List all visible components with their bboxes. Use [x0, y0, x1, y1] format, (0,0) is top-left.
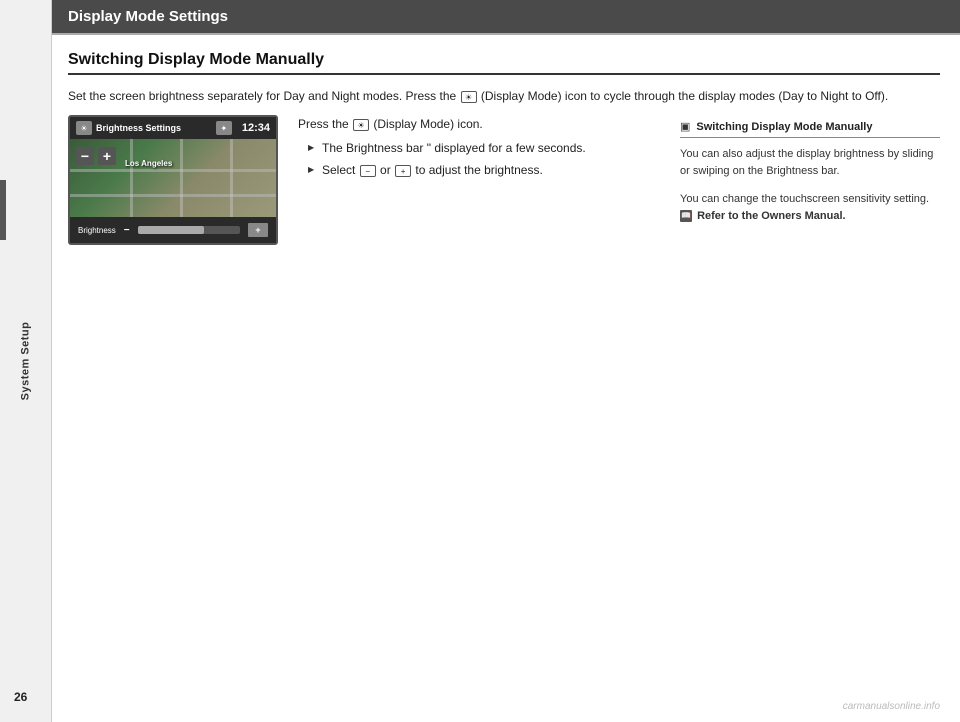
road-v2 [180, 139, 183, 217]
minus-icon: − [360, 165, 376, 177]
info-header: ▣ Switching Display Mode Manually [680, 120, 940, 138]
minus-btn[interactable]: − [76, 147, 94, 165]
section-title: Switching Display Mode Manually [68, 51, 940, 75]
header-bar: Display Mode Settings [52, 0, 960, 33]
info-para-2-text: You can change the touchscreen sensitivi… [680, 193, 929, 205]
bullet-text-1: The Brightness bar " displayed for a few… [322, 141, 586, 155]
brightness-fill [138, 226, 205, 234]
owners-manual-link: Refer to the Owners Manual. [697, 210, 846, 222]
road-v3 [230, 139, 233, 217]
brightness-plus-btn[interactable]: + [248, 223, 268, 237]
brightness-bar[interactable] [138, 226, 240, 234]
screen-settings-icon: ☀ [76, 121, 92, 135]
info-header-title: Switching Display Mode Manually [696, 121, 872, 133]
plus-btn[interactable]: + [98, 147, 116, 165]
screenshot-column: ☀ Brightness Settings ✦ 12:34 [68, 115, 278, 245]
sidebar: System Setup [0, 0, 52, 722]
road-v1 [130, 139, 133, 217]
instruction-line1b: (Display Mode) icon. [373, 117, 482, 131]
screen-header: ☀ Brightness Settings ✦ 12:34 [70, 117, 276, 139]
screen-bottom-bar: Brightness − + [70, 217, 276, 243]
brightness-label: Brightness [78, 226, 116, 235]
brightness-minus[interactable]: − [124, 225, 130, 236]
city-label: Los Angeles [125, 159, 172, 168]
road-h1 [70, 169, 276, 172]
watermark: carmanualsonline.info [843, 701, 940, 712]
plus-icon: + [395, 165, 411, 177]
info-para-1: You can also adjust the display brightne… [680, 146, 940, 179]
sidebar-label: System Setup [20, 322, 32, 401]
info-box: ▣ Switching Display Mode Manually You ca… [680, 120, 940, 236]
intro-text2: (Display Mode) icon to cycle through the… [481, 89, 888, 103]
sidebar-indicator [0, 180, 6, 240]
display-mode-icon: ☀ [353, 119, 369, 131]
intro-text1: Set the screen brightness separately for… [68, 89, 456, 103]
main-content: Display Mode Settings Switching Display … [52, 0, 960, 722]
bullet-text-2-select: Select [322, 163, 355, 177]
screen-map: Los Angeles − + [70, 139, 276, 217]
info-para-2: You can change the touchscreen sensitivi… [680, 191, 940, 224]
book-icon: 📖 [680, 210, 692, 222]
intro-paragraph: Set the screen brightness separately for… [68, 87, 940, 105]
page-number: 26 [14, 690, 27, 704]
screen-time: 12:34 [242, 122, 270, 134]
press-the-text: Press the [298, 117, 349, 131]
display-mode-icon-inline: ☀ [461, 91, 477, 103]
header-title: Display Mode Settings [68, 8, 228, 25]
screen-mockup: ☀ Brightness Settings ✦ 12:34 [68, 115, 278, 245]
road-h2 [70, 194, 276, 197]
screen-header-text: Brightness Settings [96, 123, 216, 133]
screen-header-icon2: ✦ [216, 121, 232, 135]
mp-controls: − + [76, 147, 116, 165]
info-icon: ▣ [680, 120, 690, 133]
